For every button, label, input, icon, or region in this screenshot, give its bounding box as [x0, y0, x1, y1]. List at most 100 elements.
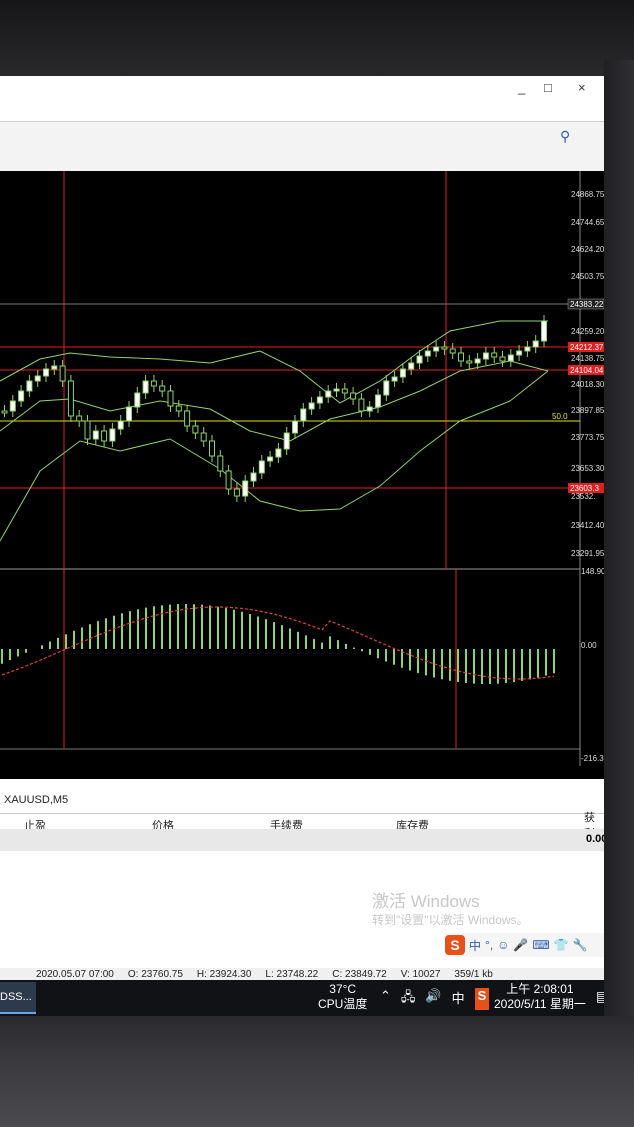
sogou-tray-icon[interactable]: S — [474, 988, 490, 1010]
network-icon[interactable]: 🖧 — [401, 988, 416, 1010]
volume-icon[interactable]: 🔊 — [425, 988, 441, 1010]
system-clock[interactable]: 上午 2:08:01 2020/5/11 星期一 — [494, 982, 586, 1012]
minimize-button[interactable]: _ — [518, 80, 525, 95]
candle-body — [433, 346, 440, 352]
close-button[interactable]: × — [578, 80, 586, 95]
candle-body — [383, 380, 390, 396]
notification-icon[interactable]: ▤ — [596, 988, 604, 1005]
candle-body — [507, 354, 514, 362]
candle-body — [192, 425, 199, 434]
candle-body — [175, 405, 182, 412]
search-icon[interactable]: ⚲ — [560, 128, 570, 145]
level-label: 24212.37 — [570, 343, 604, 352]
price-axis-label: 24744.65 — [571, 218, 604, 227]
candle-body — [92, 430, 99, 440]
window-title-bar: _ □ × — [0, 76, 604, 121]
current-price-label: 24383.22 — [570, 300, 604, 309]
price-axis-label: 23897.85 — [571, 406, 604, 415]
candle-body — [67, 380, 74, 417]
candle-body — [275, 448, 282, 458]
candle-body — [76, 415, 83, 422]
price-axis-label: 23412.40 — [571, 521, 604, 530]
chevron-up-icon[interactable]: ⌃ — [380, 988, 391, 1010]
cpu-temperature-widget[interactable]: 37°C CPU温度 — [318, 982, 367, 1012]
price-axis-label: 23532. — [571, 492, 595, 501]
candle-body — [292, 420, 298, 434]
candle-body — [316, 396, 323, 404]
candle-body — [541, 320, 547, 342]
candle-body — [126, 406, 132, 422]
price-axis-label: 24138.75 — [571, 354, 604, 363]
clock-time: 上午 2:08:01 — [506, 982, 574, 996]
skin-icon[interactable]: 👕 — [554, 938, 569, 952]
ime-toolbar[interactable]: S 中 °, ☺ 🎤 ⌨ 👕 🔧 — [445, 933, 604, 957]
status-high: H: 23924.30 — [196, 968, 252, 980]
tools-icon[interactable]: 🔧 — [573, 938, 588, 952]
level-label: 23603.3 — [570, 484, 599, 493]
toolbar: ⚲ — [0, 121, 604, 173]
emoji-icon[interactable]: ☺ — [497, 938, 509, 952]
candle-body — [225, 470, 232, 490]
monitor-stand — [0, 1016, 634, 1127]
status-bar: 2020.05.07 07:00 O: 23760.75 H: 23924.30… — [0, 968, 604, 980]
candle-body — [200, 432, 207, 442]
candle-body — [482, 352, 489, 360]
candle-body — [267, 456, 274, 462]
ime-indicator[interactable]: 中 — [452, 988, 465, 1010]
macd-top-label: 148.903 — [581, 567, 604, 576]
system-tray: ⌃ 🖧 🔊 中 S — [380, 988, 490, 1010]
symbol-tab[interactable]: XAUUSD,M5 — [4, 794, 68, 806]
ime-mode-icon[interactable]: 中 — [469, 937, 481, 954]
clock-date: 2020/5/11 星期一 — [494, 997, 586, 1011]
microphone-icon[interactable]: 🎤 — [513, 938, 528, 952]
candle-body — [34, 375, 41, 382]
candle-body — [466, 360, 473, 364]
taskbar-app-button[interactable]: DSS... — [0, 982, 36, 1014]
candle-body — [350, 392, 357, 400]
punctuation-icon[interactable]: °, — [485, 938, 493, 952]
candle-body — [109, 428, 116, 442]
price-chart[interactable]: 24868.75 24744.65 24624.20 24503.75 24259.20… — [0, 171, 604, 784]
candle-body — [258, 460, 265, 474]
candle-body — [84, 420, 91, 440]
candle-body — [491, 352, 498, 358]
sogou-logo-icon[interactable]: S — [445, 935, 465, 955]
terminal-panel: XAUUSD,M5 止盈 价格 手续费 库存费 获利 0.00 激活 Windo… — [0, 779, 604, 968]
price-axis-label: 23291.95 — [571, 549, 604, 558]
candle-body — [341, 388, 348, 394]
candle-body — [233, 488, 240, 497]
keyboard-icon[interactable]: ⌨ — [532, 938, 549, 952]
price-axis-label: 23773.75 — [571, 433, 604, 442]
candle-body — [399, 368, 406, 378]
monitor-bezel-top — [0, 0, 634, 80]
candle-body — [449, 348, 456, 354]
candle-body — [366, 406, 373, 412]
chart-canvas[interactable]: 24868.75 24744.65 24624.20 24503.75 24259.20… — [0, 171, 604, 784]
candle-body — [308, 402, 315, 410]
price-axis-label: 24259.20 — [571, 327, 604, 336]
candle-body — [101, 430, 108, 442]
candle-body — [1, 410, 8, 414]
status-open: O: 23760.75 — [127, 968, 183, 980]
candle-body — [134, 392, 141, 408]
table-row[interactable]: 0.00 — [0, 829, 604, 851]
candle-body — [150, 380, 157, 387]
candle-body — [117, 420, 124, 430]
candle-body — [18, 390, 25, 402]
candle-body — [474, 358, 481, 364]
candle-body — [9, 400, 16, 412]
candle-body — [375, 394, 381, 408]
cpu-temp-value: 37°C — [329, 982, 357, 996]
macd-bottom-label: -216.3 — [581, 754, 604, 763]
candle-body — [325, 390, 332, 398]
candle-body — [424, 350, 431, 357]
status-volume: V: 10027 — [400, 968, 441, 980]
candle-body — [167, 390, 174, 407]
candle-body — [391, 376, 398, 382]
price-axis-label: 23653.30 — [571, 464, 604, 473]
cpu-temp-label: CPU温度 — [318, 997, 368, 1011]
maximize-button[interactable]: □ — [544, 80, 552, 95]
fib-label: 50.0 — [552, 412, 568, 421]
candle-body — [441, 346, 448, 350]
candle-body — [283, 432, 290, 450]
